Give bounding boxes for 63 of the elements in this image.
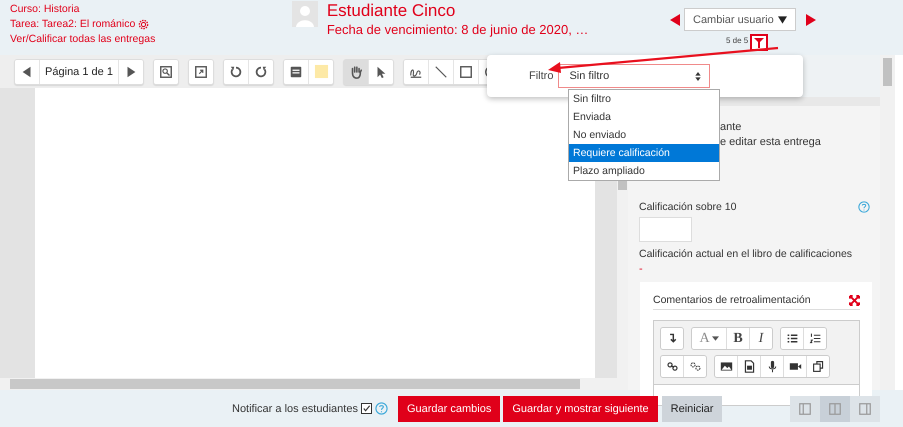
save-button[interactable]: Guardar y mostrar siguiente (503, 396, 658, 422)
filter-option[interactable]: Sin filtro (569, 90, 719, 108)
notify-label: Notificar a los estudiantes (232, 402, 358, 414)
caret-icon (712, 336, 719, 341)
user-count: 5 de 5 (726, 36, 748, 45)
filter-option[interactable]: Requiere calificación (569, 144, 719, 162)
help-icon (858, 201, 870, 213)
current-grade-value: - (639, 262, 643, 276)
student-name: Estudiante Cinco (326, 1, 456, 21)
search-page-icon (159, 64, 173, 78)
status-text: e editar esta entrega (719, 135, 821, 150)
scrollbar[interactable] (880, 55, 895, 390)
assignment-link[interactable]: Tarea: Tarea2: El románico (10, 18, 136, 30)
filter-label: Filtro (529, 70, 554, 82)
caret-icon (778, 16, 787, 24)
numbered-list-icon (808, 332, 822, 345)
course-link[interactable]: Curso: Historia (10, 3, 80, 15)
feedback-title: Comentarios de retroalimentación (653, 294, 811, 306)
italic-button[interactable]: I (749, 328, 772, 349)
user-select[interactable]: Cambiar usuario (684, 8, 796, 31)
media-file-icon (742, 360, 756, 373)
font-button[interactable]: A (692, 328, 726, 349)
right-panel-icon (858, 402, 872, 416)
scrollbar[interactable] (0, 378, 628, 390)
hand-icon (349, 64, 363, 78)
reset-button[interactable]: Reiniciar (662, 396, 722, 422)
rotate-left-icon (229, 64, 243, 78)
grade-label: Calificación sobre 10 (639, 201, 736, 213)
rotate-right-icon (254, 64, 268, 78)
unlink-icon (688, 360, 702, 373)
copy-icon (812, 360, 824, 373)
split-panel-icon (828, 402, 842, 416)
status-text: ante (719, 120, 742, 135)
next-user-icon[interactable] (806, 14, 816, 26)
bold-button[interactable]: B (726, 328, 749, 349)
filter-option[interactable]: No enviado (569, 126, 719, 144)
help-icon (374, 402, 388, 415)
fullscreen-icon (849, 294, 860, 306)
filter-option[interactable]: Plazo ampliado (569, 162, 719, 180)
due-date: Fecha de vencimiento: 8 de junio de 2020, … (326, 21, 588, 39)
view-all-link[interactable]: Ver/Calificar todas las entregas (10, 33, 156, 45)
color-swatch-icon (314, 64, 328, 79)
filter-option[interactable]: Enviada (569, 108, 719, 126)
sort-caret-icon (695, 72, 702, 80)
expand-icon (194, 64, 208, 78)
grade-input[interactable] (639, 217, 692, 242)
filter-icon (754, 38, 764, 48)
link-icon (666, 360, 678, 373)
rectangle-icon (459, 64, 473, 78)
avatar-icon (292, 1, 318, 27)
current-grade-label: Calificación actual en el libro de calificaciones (639, 248, 854, 260)
page-indicator: Página 1 de 1 (39, 60, 118, 84)
settings-icon (138, 18, 150, 30)
comment-icon (289, 64, 303, 78)
bullet-list-icon (786, 332, 798, 345)
line-icon (434, 64, 448, 78)
save-button[interactable]: Guardar cambios (398, 396, 500, 422)
left-panel-icon (798, 402, 812, 416)
previous-user-icon[interactable] (670, 14, 680, 26)
hand-button[interactable] (344, 60, 368, 84)
notify-checkbox[interactable] (360, 403, 372, 414)
filter-select[interactable]: Sin filtro (558, 64, 710, 88)
image-icon (720, 360, 732, 373)
